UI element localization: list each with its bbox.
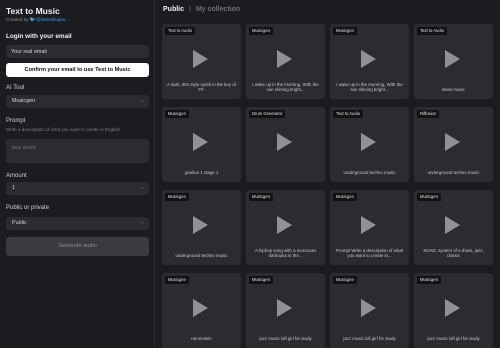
play-icon[interactable] — [445, 50, 460, 68]
credit-prefix: Created by — [6, 17, 29, 22]
play-icon[interactable] — [193, 299, 208, 317]
confirm-email-button[interactable]: Confirm your email to use Text to Music — [6, 63, 149, 77]
card-caption: SOAD, system of a down, jazz, classic — [423, 247, 484, 259]
play-icon[interactable] — [361, 50, 376, 68]
amount-select[interactable]: 1 ⌵ — [6, 182, 149, 195]
card-caption: I wake up in the morning, With the sun s… — [336, 81, 403, 93]
model-badge: Musicgen — [249, 193, 273, 201]
model-badge: Musicgen — [333, 193, 357, 201]
prompt-placeholder: jazz music — [12, 145, 37, 151]
card-caption: A hiphop song with a moroccan darbouka i… — [254, 247, 317, 259]
audio-card[interactable]: Musicgen jazz music lofi girl for study — [330, 273, 409, 348]
tab-public[interactable]: Public — [163, 6, 184, 13]
sidebar: Text to Music Created by 🐦@fatimikhajee.… — [0, 0, 155, 348]
login-title: Login with your email — [6, 33, 72, 40]
play-icon[interactable] — [361, 299, 376, 317]
card-caption: Prompt Write a description of what you w… — [335, 247, 404, 259]
prompt-label: Prompt — [6, 118, 26, 124]
play-icon[interactable] — [193, 133, 208, 151]
audio-card[interactable]: Musicgen SOAD, system of a down, jazz, cl… — [414, 190, 493, 265]
audio-card[interactable]: Musicgen underground techno music — [162, 190, 241, 265]
play-icon[interactable] — [277, 133, 292, 151]
audio-card[interactable]: Musicgen jazz music lofi girl for study — [246, 273, 325, 348]
model-badge: Musicgen — [249, 27, 273, 35]
ai-tool-label: AI Tool — [6, 85, 25, 91]
model-badge: Text to Audio — [417, 27, 447, 35]
play-icon[interactable] — [277, 216, 292, 234]
card-caption: underground techno music — [175, 253, 228, 259]
model-badge: Riffusion — [417, 110, 440, 118]
model-badge: Text to Audio — [165, 27, 195, 35]
visibility-select[interactable]: Public ⌵ — [6, 217, 149, 230]
audio-card[interactable]: Text to Audio A dark, 80s style synth in … — [162, 24, 241, 99]
amount-value: 1 — [12, 185, 15, 191]
email-field[interactable] — [6, 45, 149, 58]
play-icon[interactable] — [193, 50, 208, 68]
audio-card[interactable]: Musicgen Prompt Write a description of wh… — [330, 190, 409, 265]
play-icon[interactable] — [361, 216, 376, 234]
card-caption: jazz music lofi girl for study — [259, 336, 312, 342]
card-caption: jazz music lofi girl for study — [427, 336, 480, 342]
card-caption: A dark, 80s style synth in the key of F#… — [167, 81, 236, 93]
chevron-down-icon: ⌵ — [140, 98, 144, 104]
audio-card[interactable]: Text to Audio Bass music — [414, 24, 493, 99]
visibility-label: Public or private — [6, 205, 50, 211]
model-badge: Musicgen — [417, 193, 441, 201]
chevron-down-icon: ⌵ — [140, 220, 144, 226]
credit-line: Created by 🐦@fatimikhajee... — [6, 17, 69, 23]
prompt-textarea[interactable]: jazz music — [6, 139, 149, 163]
amount-label: Amount — [6, 173, 27, 179]
ai-tool-value: Musicgen — [12, 98, 36, 104]
model-badge: Musicgen — [165, 110, 189, 118]
generate-audio-button[interactable]: Generate audio — [6, 237, 149, 256]
model-badge: Musicgen — [165, 276, 189, 284]
audio-card[interactable]: Musicgen I wake up in the morning, With t… — [330, 24, 409, 99]
play-icon[interactable] — [445, 299, 460, 317]
credit-handle-link[interactable]: @fatimikhajee... — [36, 17, 69, 22]
audio-card[interactable]: Musicgen I wake up in the morning, With t… — [246, 24, 325, 99]
collection-tabs: Public | My collection — [163, 6, 240, 13]
card-caption: gradius 1 stage 1 — [184, 170, 219, 176]
model-badge: Musicgen — [417, 276, 441, 284]
tab-my-collection[interactable]: My collection — [196, 6, 240, 13]
card-caption: I wake up in the morning, With the sun s… — [252, 81, 319, 93]
model-badge: Text to Audio — [333, 110, 363, 118]
play-icon[interactable] — [193, 216, 208, 234]
play-icon[interactable] — [361, 133, 376, 151]
card-caption: underground techno music — [427, 170, 480, 176]
model-badge: Musicgen — [249, 276, 273, 284]
card-caption: jazz music lofi girl for study — [343, 336, 396, 342]
card-caption: Bass music — [442, 87, 465, 93]
play-icon[interactable] — [277, 299, 292, 317]
model-badge: Musicgen — [333, 276, 357, 284]
model-badge: Drum Generator — [249, 110, 286, 118]
play-icon[interactable] — [277, 50, 292, 68]
audio-card[interactable]: Musicgen jazz music lofi girl for study — [414, 273, 493, 348]
tab-separator: | — [189, 6, 191, 13]
audio-card[interactable]: Text to Audio underground techno music — [330, 107, 409, 182]
audio-card[interactable]: Riffusion underground techno music — [414, 107, 493, 182]
play-icon[interactable] — [445, 216, 460, 234]
audio-card[interactable]: Drum Generator — [246, 107, 325, 182]
visibility-value: Public — [12, 220, 27, 226]
play-icon[interactable] — [445, 133, 460, 151]
audio-card[interactable]: Musicgen rammstein — [162, 273, 241, 348]
ai-tool-select[interactable]: Musicgen ⌵ — [6, 95, 149, 108]
card-caption: underground techno music — [343, 170, 396, 176]
model-badge: Musicgen — [165, 193, 189, 201]
prompt-hint: Write a description of what you want to … — [6, 127, 121, 132]
audio-card[interactable]: Musicgen A hiphop song with a moroccan da… — [246, 190, 325, 265]
audio-card[interactable]: Musicgen gradius 1 stage 1 — [162, 107, 241, 182]
card-caption: rammstein — [191, 336, 212, 342]
model-badge: Musicgen — [333, 27, 357, 35]
chevron-down-icon: ⌵ — [140, 185, 144, 191]
app-title: Text to Music — [6, 6, 60, 16]
